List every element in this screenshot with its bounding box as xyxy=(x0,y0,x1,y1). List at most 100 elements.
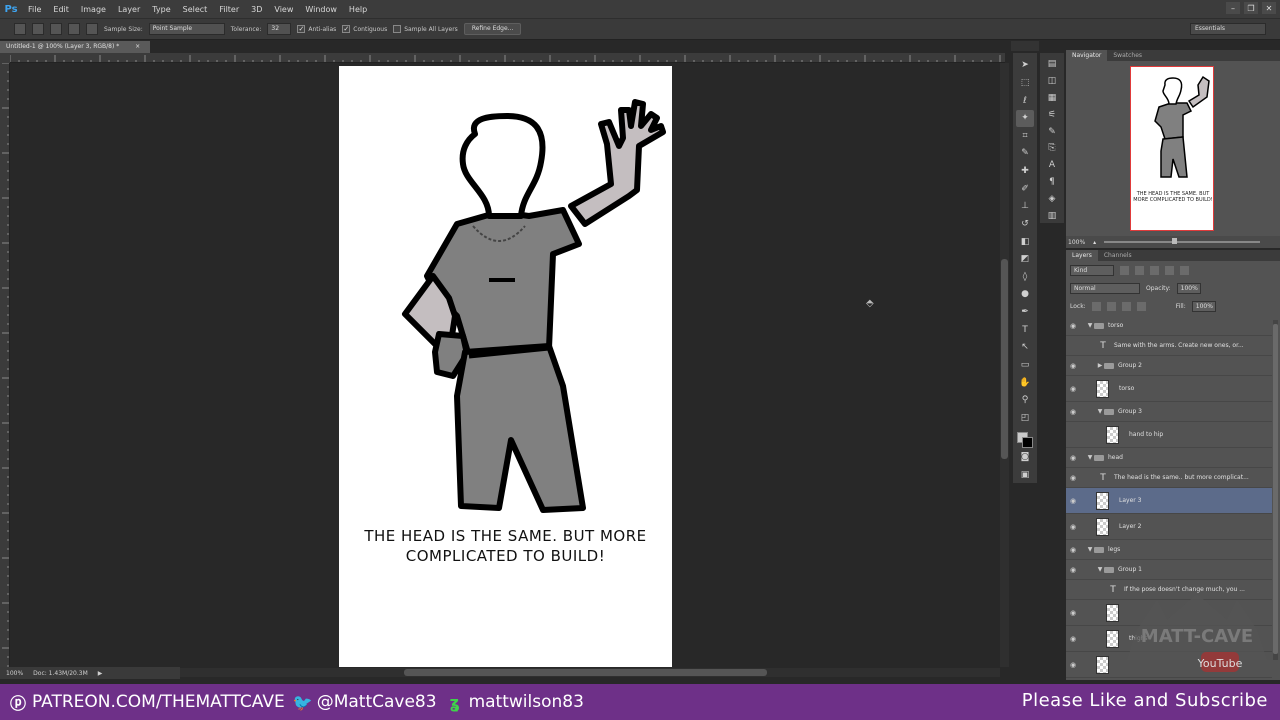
lasso-tool-icon[interactable]: ℓ xyxy=(1016,92,1034,109)
lock-position-icon[interactable] xyxy=(1121,301,1131,311)
horizontal-scroll-thumb[interactable] xyxy=(404,669,767,676)
styles-panel-icon[interactable]: ◈ xyxy=(1044,192,1060,206)
navigator-zoom-slider[interactable] xyxy=(1104,238,1260,244)
tab-navigator[interactable]: Navigator xyxy=(1066,50,1108,61)
layer-row[interactable]: ◉ Layer 3 xyxy=(1066,488,1272,514)
lock-all-icon[interactable] xyxy=(1136,301,1146,311)
menu-file[interactable]: File xyxy=(22,5,47,14)
sample-all-layers-checkbox[interactable]: Sample All Layers xyxy=(393,25,458,33)
shape-tool-icon[interactable]: ▭ xyxy=(1016,357,1034,374)
eye-icon[interactable]: ◉ xyxy=(1066,609,1080,617)
menu-window[interactable]: Window xyxy=(299,5,343,14)
restore-button[interactable]: ❐ xyxy=(1244,2,1258,14)
menu-type[interactable]: Type xyxy=(146,5,176,14)
close-tab-icon[interactable]: × xyxy=(135,43,140,50)
layer-row[interactable]: ◉ hand to hip xyxy=(1066,422,1272,448)
twitter-link[interactable]: 🐦 @MattCave83 xyxy=(293,692,437,712)
eye-icon[interactable]: ◉ xyxy=(1066,635,1080,643)
antialias-checkbox[interactable]: ✓ Anti-alias xyxy=(297,25,336,33)
tolerance-input[interactable]: 32 xyxy=(267,23,292,35)
layer-comps-icon[interactable]: ▥ xyxy=(1044,209,1060,223)
properties-panel-icon[interactable]: ◫ xyxy=(1044,74,1060,88)
blend-mode-select[interactable]: Normal xyxy=(1070,282,1140,294)
menu-image[interactable]: Image xyxy=(75,5,112,14)
zoom-slider-knob[interactable] xyxy=(1172,238,1178,244)
history-panel-icon[interactable]: ▤ xyxy=(1044,57,1060,71)
marquee-tool-icon[interactable]: ⬚ xyxy=(1016,75,1034,92)
color-swatches[interactable] xyxy=(1016,431,1034,449)
layer-thumbnail[interactable] xyxy=(1096,517,1109,536)
layer-thumbnail[interactable] xyxy=(1096,491,1109,510)
status-arrow-icon[interactable]: ▶ xyxy=(98,670,103,677)
move-tool-icon[interactable]: ➤ xyxy=(1016,57,1034,74)
chevron-down-icon[interactable]: ▼ xyxy=(1086,546,1094,553)
eye-icon[interactable]: ◉ xyxy=(1066,431,1080,439)
filter-pixel-icon[interactable] xyxy=(1120,265,1129,275)
eye-icon[interactable]: ◉ xyxy=(1066,322,1080,330)
add-to-selection-icon[interactable] xyxy=(50,23,62,35)
gradient-tool-icon[interactable]: ◩ xyxy=(1016,251,1034,268)
layer-thumbnail[interactable] xyxy=(1096,379,1109,398)
opacity-input[interactable]: 100% xyxy=(1176,282,1201,294)
eye-icon[interactable]: ◉ xyxy=(1066,523,1080,531)
eye-icon[interactable]: ◉ xyxy=(1066,362,1080,370)
brush-presets-icon[interactable]: ⚟ xyxy=(1044,108,1060,122)
tab-swatches[interactable]: Swatches xyxy=(1107,50,1148,61)
clone-stamp-icon[interactable]: ⊥ xyxy=(1016,198,1034,215)
blur-tool-icon[interactable]: ◊ xyxy=(1016,269,1034,286)
filter-adjustment-icon[interactable] xyxy=(1135,265,1144,275)
fill-input[interactable]: 100% xyxy=(1191,300,1216,312)
horizontal-scrollbar[interactable] xyxy=(180,668,1000,677)
ruler-corner[interactable] xyxy=(0,53,10,63)
zoom-out-icon[interactable]: ▴ xyxy=(1093,239,1096,246)
sample-size-select[interactable]: Point Sample xyxy=(148,23,225,35)
chevron-down-icon[interactable]: ▼ xyxy=(1086,322,1094,329)
paragraph-panel-icon[interactable]: ¶ xyxy=(1044,175,1060,189)
clone-source-icon[interactable]: ⎘ xyxy=(1044,142,1060,156)
navigator-preview[interactable]: THE HEAD IS THE SAME. BUT MORE COMPLICAT… xyxy=(1130,66,1214,231)
eye-icon[interactable]: ◉ xyxy=(1066,342,1080,350)
eye-icon[interactable]: ◉ xyxy=(1066,566,1080,574)
vertical-ruler[interactable] xyxy=(0,63,10,667)
document-canvas[interactable]: THE HEAD IS THE SAME. BUT MORE COMPLICAT… xyxy=(339,66,672,667)
chevron-down-icon[interactable]: ▼ xyxy=(1086,454,1094,461)
close-button[interactable]: ✕ xyxy=(1262,2,1276,14)
layer-row[interactable]: ◉ ▼ legs xyxy=(1066,540,1272,560)
filter-smart-object-icon[interactable] xyxy=(1180,265,1189,275)
minimize-button[interactable]: – xyxy=(1226,2,1240,14)
layer-row[interactable]: ◉ ▼ Group 1 xyxy=(1066,560,1272,580)
eye-icon[interactable]: ◉ xyxy=(1066,661,1080,669)
eraser-tool-icon[interactable]: ◧ xyxy=(1016,233,1034,250)
eye-icon[interactable]: ◉ xyxy=(1066,586,1080,594)
background-color[interactable] xyxy=(1022,437,1033,449)
healing-brush-icon[interactable]: ✚ xyxy=(1016,163,1034,180)
vertical-scrollbar[interactable] xyxy=(1000,63,1009,667)
screen-mode-icon[interactable]: ▣ xyxy=(1016,466,1034,483)
layer-row[interactable]: ◉ torso xyxy=(1066,376,1272,402)
new-selection-icon[interactable] xyxy=(32,23,44,35)
hand-tool-icon[interactable]: ✋ xyxy=(1016,374,1034,391)
intersect-selection-icon[interactable] xyxy=(86,23,98,35)
navigator-zoom[interactable]: 100% xyxy=(1068,239,1085,246)
filter-shape-icon[interactable] xyxy=(1165,265,1174,275)
lock-image-icon[interactable] xyxy=(1106,301,1116,311)
eye-icon[interactable]: ◉ xyxy=(1066,454,1080,462)
document-tab[interactable]: Untitled-1 @ 100% (Layer 3, RGB/8) * × xyxy=(0,41,150,53)
patreon-link[interactable]: ⓟ PATREON.COM/THEMATTCAVE xyxy=(8,692,285,713)
dodge-tool-icon[interactable]: ● xyxy=(1016,286,1034,303)
lock-transparent-icon[interactable] xyxy=(1091,301,1101,311)
reset-colors-icon[interactable]: ◰ xyxy=(1016,410,1034,427)
adjustments-panel-icon[interactable]: ▦ xyxy=(1044,91,1060,105)
workspace-select[interactable]: Essentials xyxy=(1190,23,1266,35)
eye-icon[interactable]: ◉ xyxy=(1066,546,1080,554)
history-brush-icon[interactable]: ↺ xyxy=(1016,216,1034,233)
layer-row[interactable]: ◉ T Same with the arms. Create new ones, o… xyxy=(1066,336,1272,356)
vertical-scroll-thumb[interactable] xyxy=(1001,259,1008,459)
contiguous-checkbox[interactable]: ✓ Contiguous xyxy=(342,25,387,33)
layer-row[interactable]: ◉ Layer 2 xyxy=(1066,514,1272,540)
layer-row[interactable]: ◉ ▼ head xyxy=(1066,448,1272,468)
horizontal-ruler[interactable] xyxy=(10,53,1005,63)
tab-layers[interactable]: Layers xyxy=(1066,250,1098,261)
brush-tool-icon[interactable]: ✐ xyxy=(1016,180,1034,197)
menu-view[interactable]: View xyxy=(268,5,299,14)
